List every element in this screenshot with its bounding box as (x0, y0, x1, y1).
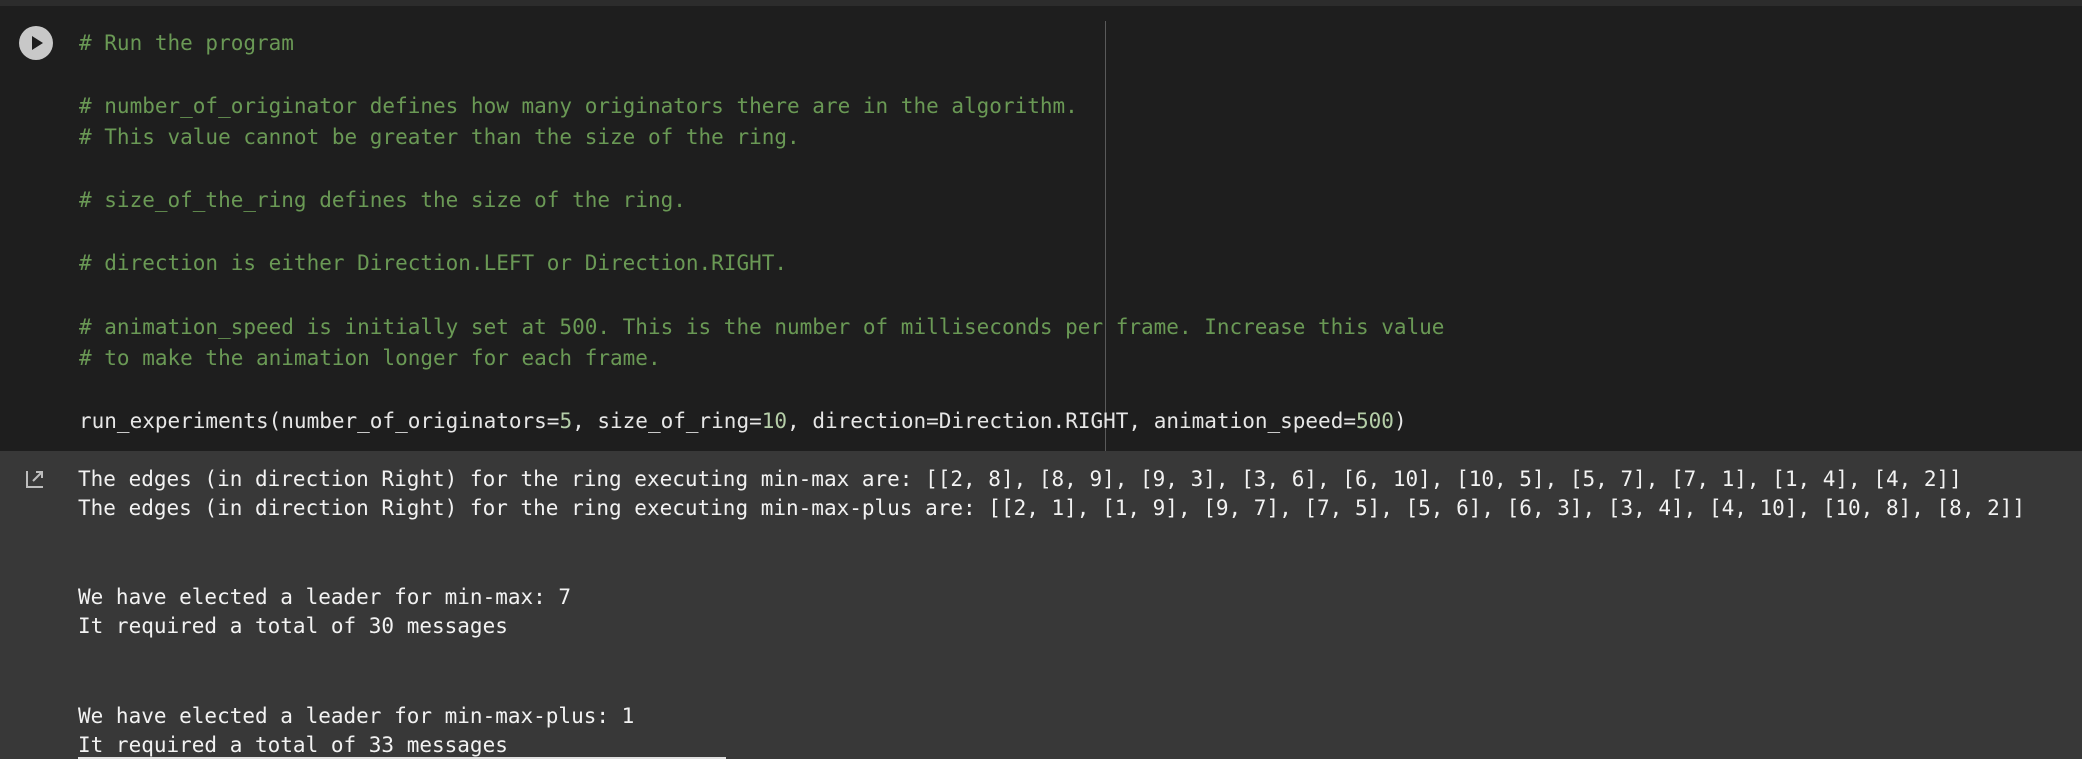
code-comment-line: # animation_speed is initially set at 50… (79, 315, 1445, 339)
output-line: The edges (in direction Right) for the r… (78, 467, 1962, 491)
call-arg-originators: 5 (559, 409, 573, 433)
output-line: We have elected a leader for min-max: 7 (78, 585, 572, 609)
call-mid-2: , direction=Direction.RIGHT, animation_s… (787, 409, 1356, 433)
call-mid-1: , size_of_ring= (572, 409, 762, 433)
code-comment-line: # size_of_the_ring defines the size of t… (79, 188, 686, 212)
run-cell-button[interactable] (19, 26, 53, 60)
cell-output: The edges (in direction Right) for the r… (0, 451, 2082, 759)
call-arg-ring-size: 10 (761, 409, 788, 433)
code-comment-line: # This value cannot be greater than the … (79, 125, 800, 149)
output-line: The edges (in direction Right) for the r… (78, 496, 2026, 520)
code-comment-line: # number_of_originator defines how many … (79, 94, 1078, 118)
code-comment-line: # Run the program (79, 31, 294, 55)
call-arg-speed: 500 (1356, 409, 1394, 433)
call-suffix: ) (1393, 409, 1407, 433)
code-comment-line: # to make the animation longer for each … (79, 346, 661, 370)
code-comment-line: # direction is either Direction.LEFT or … (79, 251, 788, 275)
code-cell[interactable]: # Run the program # number_of_originator… (0, 6, 2082, 451)
output-line: We have elected a leader for min-max-plu… (78, 704, 635, 728)
line-length-ruler (1105, 21, 1106, 451)
function-call-line: run_experiments(number_of_originators=5,… (79, 406, 1407, 436)
call-prefix: run_experiments(number_of_originators= (79, 409, 560, 433)
output-line: It required a total of 30 messages (78, 614, 508, 638)
output-redirect-icon[interactable] (24, 468, 46, 490)
output-line: It required a total of 33 messages (78, 733, 508, 757)
notebook: # Run the program # number_of_originator… (0, 0, 2082, 759)
